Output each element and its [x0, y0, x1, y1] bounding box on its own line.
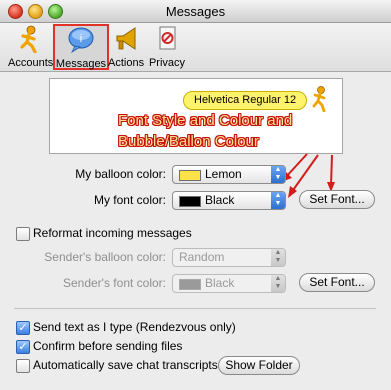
- annotation-text: Font Style and Colour and Bubble/Ballon …: [118, 112, 293, 150]
- accounts-icon: [20, 25, 37, 54]
- show-folder-button[interactable]: Show Folder: [218, 356, 300, 375]
- toolbar-label-actions: Actions: [108, 57, 145, 69]
- toolbar-item-actions[interactable]: Actions: [108, 25, 144, 69]
- preview-balloon: Helvetica Regular 12: [183, 91, 308, 110]
- balloon-color-swatch: [179, 170, 201, 181]
- sender-balloon-color-label: Sender's balloon color:: [44, 250, 166, 264]
- toolbar-item-privacy[interactable]: Privacy: [148, 25, 186, 69]
- sender-font-color-popup[interactable]: Black ▲ ▼: [172, 274, 286, 293]
- window-title: Messages: [165, 4, 226, 19]
- balloon-color-popup[interactable]: Lemon ▲ ▼: [172, 165, 286, 184]
- font-color-label: My font color:: [93, 193, 166, 207]
- sender-set-font-button[interactable]: Set Font...: [299, 273, 375, 292]
- balloon-color-label: My balloon color:: [75, 167, 166, 181]
- send-text-as-i-type-checkbox[interactable]: ✓: [16, 321, 30, 335]
- popup-arrows-icon: ▲ ▼: [271, 192, 285, 209]
- font-color-swatch: [179, 196, 201, 207]
- buddy-icon: [312, 86, 326, 112]
- sender-balloon-color-value: Random: [179, 250, 225, 264]
- actions-icon: [116, 27, 136, 50]
- toolbar-label-accounts: Accounts: [8, 57, 54, 69]
- popup-arrows-icon: ▲ ▼: [271, 249, 285, 266]
- confirm-sending-files-label: Confirm before sending files: [33, 339, 183, 353]
- reformat-label: Reformat incoming messages: [33, 226, 192, 240]
- svg-text:i: i: [80, 33, 82, 45]
- preferences-toolbar: Accounts i Messages Actions Privacy: [0, 23, 391, 72]
- font-color-popup[interactable]: Black ▲ ▼: [172, 191, 286, 210]
- privacy-icon: [159, 26, 176, 50]
- sender-balloon-color-popup[interactable]: Random ▲ ▼: [172, 248, 286, 267]
- auto-save-transcripts-label: Automatically save chat transcripts: [33, 358, 218, 372]
- sender-font-color-value: Black: [205, 276, 235, 290]
- balloon-color-value: Lemon: [205, 167, 242, 181]
- auto-save-transcripts-checkbox[interactable]: [16, 359, 30, 373]
- toolbar-item-messages[interactable]: i Messages: [53, 24, 109, 70]
- send-text-as-i-type-label: Send text as I type (Rendezvous only): [33, 320, 236, 334]
- popup-arrows-icon: ▲ ▼: [271, 166, 285, 183]
- set-font-button[interactable]: Set Font...: [299, 190, 375, 209]
- messages-preferences-window: Messages Accounts i Messages Actions Pri…: [0, 0, 391, 390]
- toolbar-label-messages: Messages: [55, 58, 107, 70]
- confirm-sending-files-checkbox[interactable]: ✓: [16, 340, 30, 354]
- sender-font-color-label: Sender's font color:: [62, 276, 166, 290]
- title-bar: Messages: [0, 0, 391, 23]
- toolbar-label-privacy: Privacy: [148, 57, 186, 69]
- reformat-checkbox[interactable]: [16, 227, 30, 241]
- popup-arrows-icon: ▲ ▼: [271, 275, 285, 292]
- section-divider: [14, 308, 376, 309]
- sender-font-color-swatch: [179, 279, 201, 290]
- font-color-value: Black: [205, 193, 235, 207]
- messages-icon: i: [68, 27, 94, 54]
- toolbar-item-accounts[interactable]: Accounts: [8, 25, 54, 69]
